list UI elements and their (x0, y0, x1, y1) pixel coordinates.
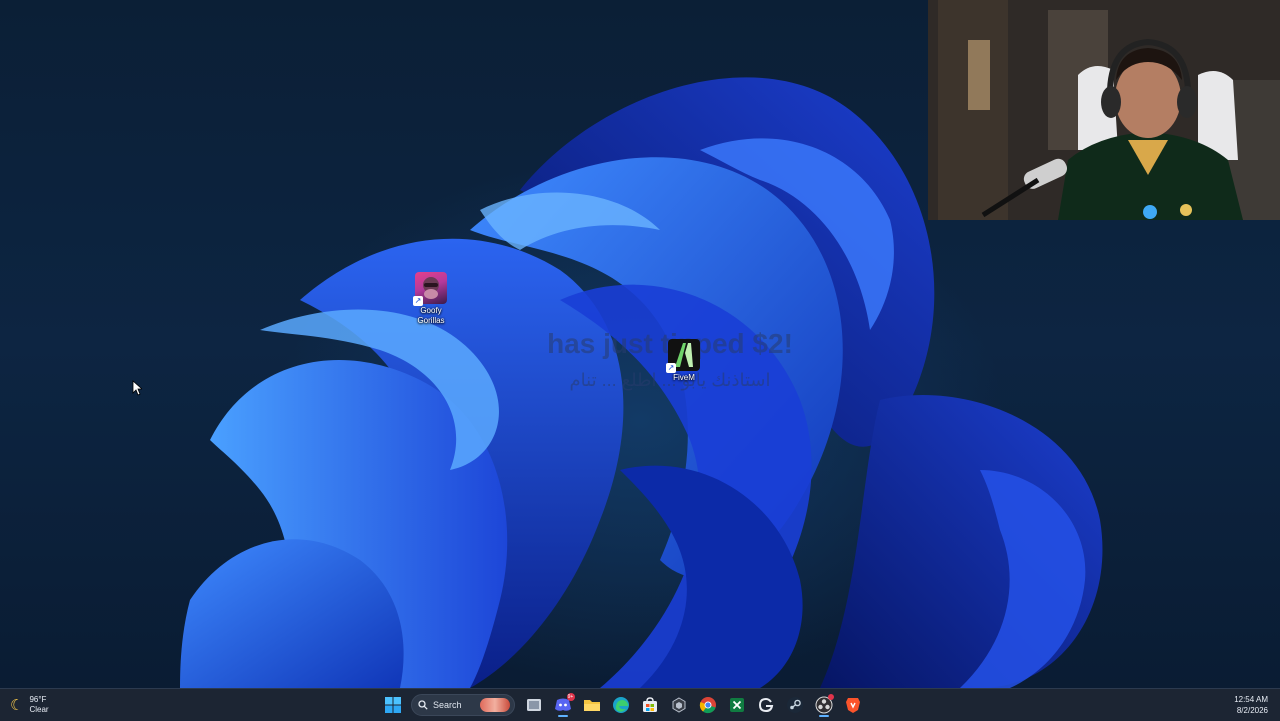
desktop-icon-label: Goofy (420, 306, 442, 315)
g-logo-icon (758, 697, 773, 713)
taskbar-file-explorer[interactable] (579, 692, 605, 718)
desktop-icon-goofy-gorillas[interactable]: ↗ Goofy Gorillas (401, 272, 461, 326)
taskbar-brave[interactable] (840, 692, 866, 718)
windows-logo-icon (384, 697, 401, 713)
clock-time: 12:54 AM (1234, 695, 1268, 704)
brave-lion-icon (845, 698, 860, 713)
taskbar-steam[interactable] (782, 692, 808, 718)
fivem-app-icon: ↗ (666, 339, 700, 373)
steam-icon (786, 697, 803, 713)
goofy-gorillas-app-icon: ↗ (413, 272, 447, 306)
task-view-icon (526, 699, 541, 711)
running-indicator (818, 715, 829, 717)
desktop-icon-label: Gorillas (417, 316, 445, 325)
running-indicator (557, 715, 568, 717)
discord-notification-badge: 9+ (566, 693, 575, 701)
taskbar-excel[interactable] (724, 692, 750, 718)
taskbar-apps: Search 9+ (378, 689, 867, 721)
hexagon-app-icon (672, 697, 685, 713)
taskbar-app-hex[interactable] (666, 692, 692, 718)
start-button[interactable] (380, 692, 406, 718)
taskbar-discord[interactable]: 9+ (550, 692, 576, 718)
shortcut-arrow-icon: ↗ (413, 296, 423, 306)
search-label: Search (433, 700, 462, 710)
taskbar-search-box[interactable]: Search (411, 694, 515, 716)
streamer-camera-feed (928, 0, 1280, 220)
store-bag-icon (642, 697, 657, 712)
desktop-icon-fivem[interactable]: ↗ FiveM (654, 339, 714, 383)
weather-temperature: 96°F (29, 695, 47, 704)
taskbar-app-g[interactable] (753, 692, 779, 718)
folder-icon (583, 700, 600, 711)
system-clock[interactable]: 12:54 AM 8/2/2026 (1234, 694, 1268, 716)
webcam-overlay (928, 0, 1280, 220)
taskbar-chrome[interactable] (695, 692, 721, 718)
mouse-pointer-icon (132, 380, 142, 396)
taskbar-task-view[interactable] (521, 692, 547, 718)
search-highlight-art (480, 698, 510, 712)
taskbar-edge[interactable] (608, 692, 634, 718)
chrome-browser-icon (699, 697, 716, 714)
moon-icon: ☾ (10, 697, 24, 714)
taskbar-microsoft-store[interactable] (637, 692, 663, 718)
weather-condition: Clear (29, 705, 49, 714)
search-icon (418, 700, 428, 710)
clock-date: 8/2/2026 (1236, 706, 1268, 715)
taskbar: ☾ 96°F Clear Search 9+ 12:54 AM 8/2/2026 (0, 688, 1280, 721)
weather-widget[interactable]: ☾ 96°F Clear (10, 693, 49, 717)
desktop-icon-label: FiveM (673, 373, 695, 382)
spreadsheet-icon (729, 698, 744, 712)
edge-browser-icon (612, 697, 629, 713)
shortcut-arrow-icon: ↗ (666, 363, 676, 373)
recording-dot (827, 694, 834, 700)
taskbar-obs[interactable] (811, 692, 837, 718)
